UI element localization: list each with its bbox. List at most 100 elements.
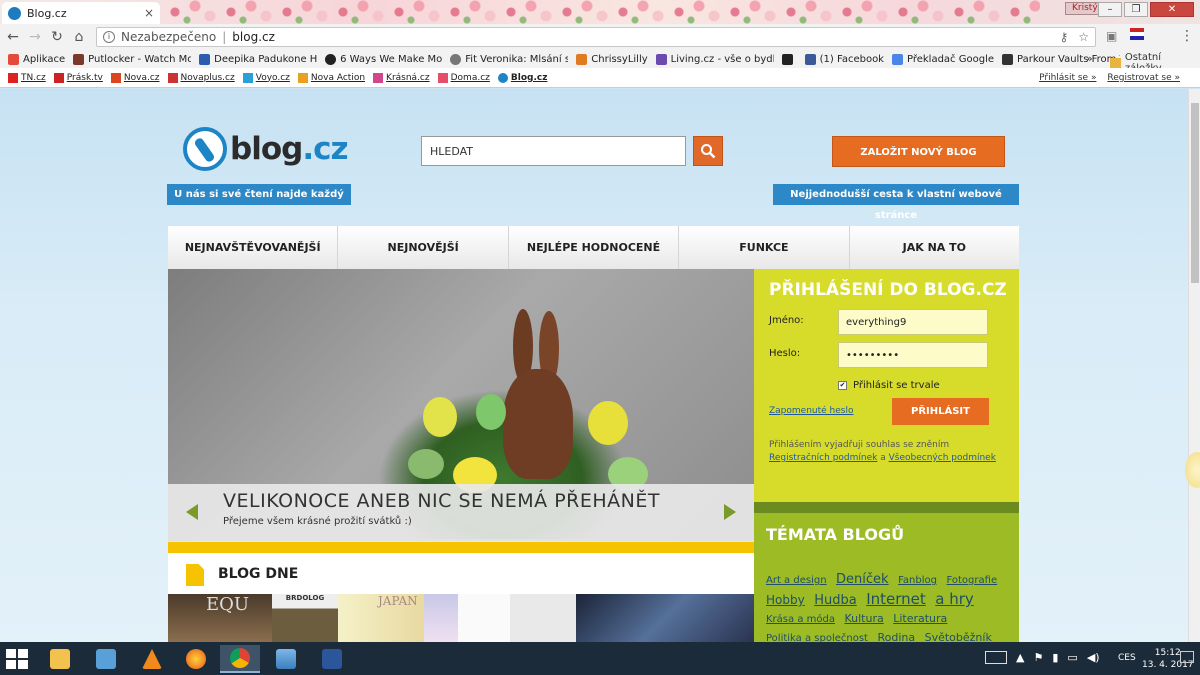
chrome-taskbar-icon[interactable] — [220, 645, 260, 673]
flag-icon[interactable]: ⚑ — [1033, 651, 1043, 664]
language-indicator[interactable]: CES — [1118, 653, 1136, 663]
address-bar[interactable]: i Nezabezpečeno | blog.cz ⚷ ☆ — [96, 27, 1096, 47]
forgot-password-link[interactable]: Zapomenuté heslo — [769, 406, 853, 416]
site-logo[interactable]: blog.cz — [183, 127, 349, 171]
topic-link[interactable]: Krása a móda — [766, 614, 835, 625]
browser-tab[interactable]: Blog.cz × — [2, 2, 160, 24]
maximize-icon[interactable]: ❐ — [1124, 2, 1148, 17]
home-icon[interactable]: ⌂ — [70, 29, 88, 45]
password-input[interactable] — [838, 342, 988, 368]
url-text[interactable]: blog.cz — [232, 30, 275, 44]
network-link[interactable]: Voyo.cz — [242, 72, 290, 83]
network-icon[interactable]: ▮ — [1052, 651, 1058, 664]
control-panel-taskbar-icon[interactable] — [86, 645, 126, 673]
blog-thumbnail[interactable] — [424, 594, 458, 642]
bookmark-item[interactable]: (1) Facebook — [804, 53, 884, 65]
scrollbar-thumb[interactable] — [1191, 103, 1199, 283]
bookmark-item[interactable]: 6 Ways We Make Mo — [325, 53, 442, 65]
more-bookmarks-icon[interactable]: » — [1086, 52, 1093, 65]
battery-icon[interactable]: ▭ — [1067, 651, 1077, 664]
top-login-link[interactable]: Přihlásit se » — [1039, 73, 1096, 83]
nav-newest[interactable]: NEJNOVĚJŠÍ — [338, 226, 509, 269]
search-input[interactable] — [421, 136, 686, 166]
key-icon[interactable]: ⚷ — [1059, 30, 1068, 44]
easter-egg — [476, 394, 506, 430]
star-icon[interactable]: ☆ — [1078, 30, 1089, 44]
topic-link[interactable]: Fanblog — [898, 575, 937, 586]
topic-link[interactable]: Hobby — [766, 593, 805, 607]
blog-thumbnail[interactable] — [576, 594, 754, 642]
reload-icon[interactable]: ↻ — [48, 29, 66, 45]
touch-keyboard-icon[interactable] — [985, 651, 1007, 664]
minimize-icon[interactable]: – — [1098, 2, 1122, 17]
bookmark-item[interactable]: Aplikace — [8, 53, 65, 65]
blog-thumbnail[interactable]: JAPAN — [338, 594, 424, 642]
username-input[interactable] — [838, 309, 988, 335]
blog-thumbnail[interactable] — [510, 594, 576, 642]
top-register-link[interactable]: Registrovat se » — [1107, 73, 1180, 83]
general-terms-link[interactable]: Všeobecných podmínek — [889, 453, 996, 463]
nav-how-to[interactable]: JAK NA TO — [850, 226, 1019, 269]
blog-thumbnail[interactable]: EQU — [168, 594, 272, 642]
blog-thumbnail[interactable]: BRDOLOG — [272, 594, 338, 642]
prev-slide-icon[interactable] — [186, 504, 198, 520]
flag-extension-icon[interactable] — [1130, 28, 1144, 40]
forward-icon[interactable]: → — [26, 29, 44, 45]
hero-title[interactable]: VELIKONOCE ANEB NIC SE NEMÁ PŘEHÁNĚT — [223, 490, 660, 512]
easter-egg — [588, 401, 628, 445]
notifications-icon[interactable] — [1180, 651, 1194, 663]
close-window-icon[interactable]: ✕ — [1150, 2, 1194, 17]
network-link[interactable]: Prásk.tv — [53, 72, 103, 83]
nav-top-rated[interactable]: NEJLÉPE HODNOCENÉ — [509, 226, 680, 269]
bookmark-item[interactable] — [781, 53, 797, 65]
tray-expand-icon[interactable]: ▲ — [1016, 651, 1024, 664]
photos-taskbar-icon[interactable] — [266, 645, 306, 673]
network-link[interactable]: Novaplus.cz — [167, 72, 235, 83]
next-slide-icon[interactable] — [724, 504, 736, 520]
windows-start-icon[interactable] — [6, 649, 28, 669]
network-link[interactable]: Nova Action — [297, 72, 365, 83]
topic-link[interactable]: Literatura — [893, 612, 947, 625]
bookmark-item[interactable]: Living.cz - vše o bydle — [655, 53, 774, 65]
topic-link[interactable]: Deníček — [836, 572, 889, 587]
menu-icon[interactable]: ⋮ — [1180, 28, 1194, 44]
network-link[interactable]: Nova.cz — [110, 72, 160, 83]
hero-caption: VELIKONOCE ANEB NIC SE NEMÁ PŘEHÁNĚT Pře… — [168, 484, 754, 542]
nav-features[interactable]: FUNKCE — [679, 226, 850, 269]
tab-close-icon[interactable]: × — [144, 6, 154, 20]
file-explorer-taskbar-icon[interactable] — [40, 645, 80, 673]
info-icon[interactable]: i — [103, 31, 115, 43]
registration-terms-link[interactable]: Registračních podmínek — [769, 453, 877, 463]
firefox-taskbar-icon[interactable] — [176, 645, 216, 673]
topic-link[interactable]: Kultura — [844, 612, 883, 625]
tn-icon — [8, 72, 18, 83]
bookmark-item[interactable]: Fit Veronika: Mlsání s — [450, 53, 568, 65]
login-button[interactable]: PŘIHLÁSIT — [892, 398, 989, 425]
topic-link[interactable]: Fotografie — [947, 575, 998, 586]
vlc-taskbar-icon[interactable] — [132, 645, 172, 673]
bookmark-item[interactable]: Parkour Vaults From T — [1002, 53, 1120, 65]
back-icon[interactable]: ← — [4, 29, 22, 45]
network-link[interactable]: TN.cz — [8, 72, 46, 83]
extension-icon[interactable]: ▣ — [1106, 29, 1117, 43]
topic-link[interactable]: Art a design — [766, 575, 827, 586]
windows-taskbar: ▲ ⚑ ▮ ▭ ◀) CES 15:12 13. 4. 2017 — [0, 642, 1200, 675]
bookmark-item[interactable]: ChrissyLilly — [576, 53, 648, 65]
remember-me-checkbox[interactable]: ✔ Přihlásit se trvale — [838, 380, 940, 391]
network-link[interactable]: Doma.cz — [437, 72, 490, 83]
bookmark-item[interactable]: Překladač Google — [891, 53, 994, 65]
topic-link[interactable]: Hudba — [814, 593, 857, 608]
nav-most-visited[interactable]: NEJNAVŠTĚVOVANĚJŠÍ — [168, 226, 339, 269]
search-button[interactable] — [693, 136, 723, 166]
topic-link[interactable]: a hry — [935, 590, 974, 608]
new-blog-button[interactable]: ZALOŽIT NOVÝ BLOG — [832, 136, 1005, 167]
volume-icon[interactable]: ◀) — [1087, 651, 1100, 664]
topic-link[interactable]: Internet — [866, 590, 926, 608]
network-link[interactable]: Krásná.cz — [373, 72, 430, 83]
network-link[interactable]: Blog.cz — [497, 72, 547, 83]
page-scrollbar[interactable] — [1188, 89, 1200, 642]
blog-thumbnail[interactable] — [458, 594, 510, 642]
bookmark-item[interactable]: Deepika Padukone Hd — [199, 53, 317, 65]
bookmark-item[interactable]: Putlocker - Watch Mo — [73, 53, 191, 65]
word-taskbar-icon[interactable] — [312, 645, 352, 673]
